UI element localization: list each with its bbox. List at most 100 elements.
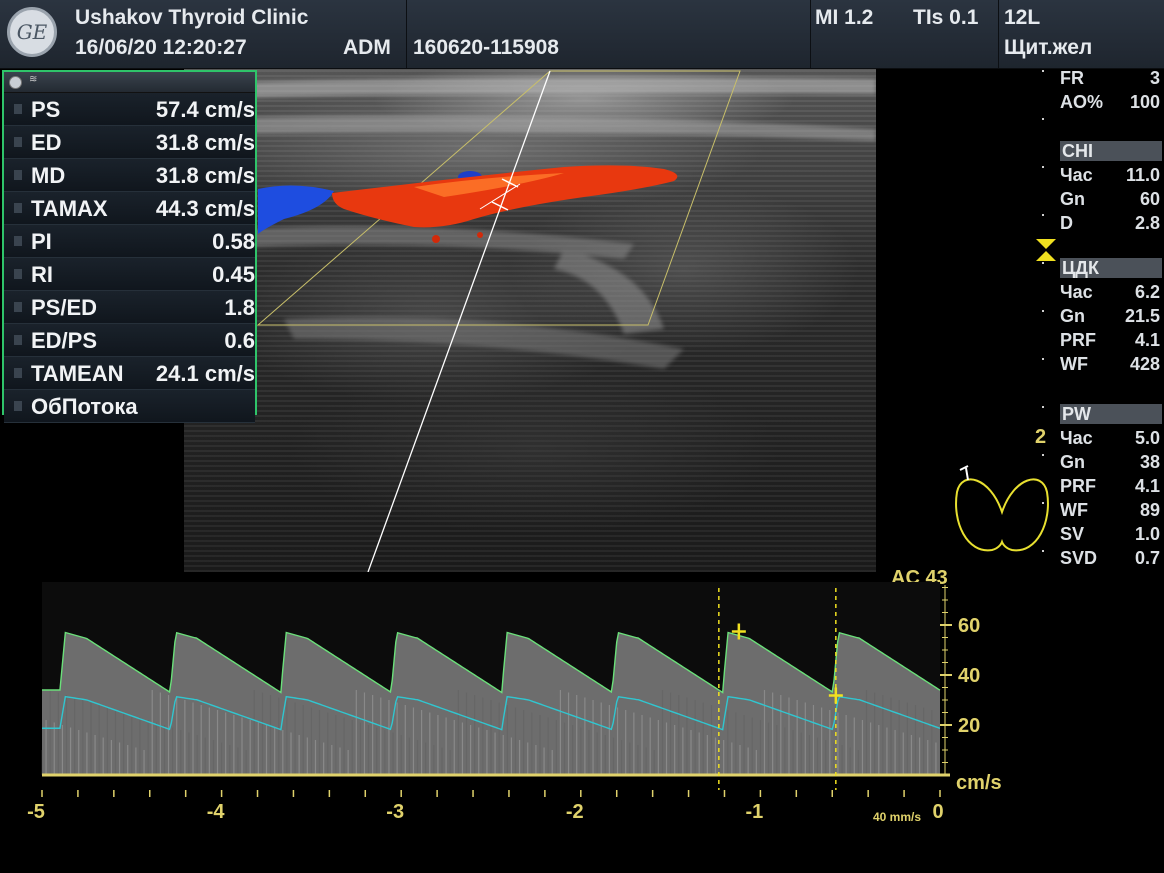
row-bullet-icon xyxy=(14,401,22,411)
parameter-row: SV 1.0 xyxy=(1060,524,1162,548)
parameter-value: 4.1 xyxy=(1134,476,1160,496)
row-bullet-icon xyxy=(14,170,22,180)
parameter-row: PRF 4.1 xyxy=(1060,330,1162,354)
measurement-value: 24.1 cm/s xyxy=(155,361,255,386)
measurement-label: MD xyxy=(31,163,66,188)
peak-envelope-trace xyxy=(42,631,941,694)
parameter-value: 100 xyxy=(1129,92,1160,112)
probe-name: 12L xyxy=(1004,6,1041,29)
measurement-label: ED/PS xyxy=(31,328,98,353)
measurement-value: 1.8 xyxy=(224,295,255,320)
parameter-key: Gn xyxy=(1060,452,1085,472)
measurement-value: 0.58 xyxy=(212,229,255,254)
time-tick-label: 0 xyxy=(932,801,943,823)
parameter-value: 2.8 xyxy=(1134,213,1160,233)
parameter-row: Час 6.2 xyxy=(1060,282,1162,306)
time-tick-label: -3 xyxy=(386,801,404,823)
parameter-row: AO% 100 xyxy=(1060,92,1162,116)
measurement-row[interactable]: PS/ED 1.8 xyxy=(4,291,255,324)
parameter-row: WF 428 xyxy=(1060,354,1162,378)
parameter-value: 89 xyxy=(1139,500,1160,520)
parameter-row: D 2.8 xyxy=(1060,213,1162,237)
measurement-panel: ≋ PS 57.4 cm/s ED 31.8 cm/s MD 31.8 cm/s TAMAX… xyxy=(2,70,257,423)
clinic-name: Ushakov Thyroid Clinic xyxy=(75,6,309,29)
header-bar: GE Ushakov Thyroid Clinic 16/06/20 12:20… xyxy=(0,0,1164,69)
exam-datetime: 16/06/20 12:20:27 xyxy=(75,36,247,59)
parameter-row: SVD 0.7 xyxy=(1060,548,1162,572)
preset-name: Щит.жел xyxy=(1004,36,1093,59)
parameter-value: 60 xyxy=(1139,189,1160,209)
spectrum-fill xyxy=(42,632,940,775)
parameter-key: SV xyxy=(1060,524,1085,544)
section-pw-title[interactable]: PW xyxy=(1060,404,1162,424)
doppler-mode-icon: ≋ xyxy=(29,74,38,85)
ge-logo-icon: GE xyxy=(7,7,57,57)
row-bullet-icon xyxy=(14,269,22,279)
measurement-row[interactable]: PI 0.58 xyxy=(4,225,255,258)
velocity-tick-label: 60 xyxy=(958,615,980,637)
parameter-key: PRF xyxy=(1060,476,1096,496)
measurement-row[interactable]: RI 0.45 xyxy=(4,258,255,291)
parameter-row: PRF 4.1 xyxy=(1060,476,1162,500)
parameter-key: SVD xyxy=(1060,548,1098,568)
spectrum-background xyxy=(42,582,940,775)
parameter-value: 21.5 xyxy=(1124,306,1160,326)
section-cdk-title[interactable]: ЦДК xyxy=(1060,258,1162,278)
measurement-row[interactable]: ОбПотока xyxy=(4,390,255,423)
row-bullet-icon xyxy=(14,137,22,147)
bmode-image[interactable] xyxy=(184,69,876,572)
parameter-value: 4.1 xyxy=(1134,330,1160,350)
parameter-key: WF xyxy=(1060,354,1088,374)
focus-marker-icon[interactable] xyxy=(1036,239,1056,261)
parameter-value: 38 xyxy=(1139,452,1160,472)
row-bullet-icon xyxy=(14,368,22,378)
thermal-index: TIs 0.1 xyxy=(913,6,979,29)
parameter-value: 0.7 xyxy=(1134,548,1160,568)
parameter-value: 3 xyxy=(1149,68,1160,88)
parameter-row: Gn 21.5 xyxy=(1060,306,1162,330)
row-bullet-icon xyxy=(14,302,22,312)
row-bullet-icon xyxy=(14,335,22,345)
depth-marker: 2 xyxy=(1035,426,1047,448)
measurement-label: TAMAX xyxy=(31,196,108,221)
mean-velocity-trace xyxy=(42,695,941,731)
parameter-value: 428 xyxy=(1129,354,1160,374)
section-chi-title[interactable]: CHI xyxy=(1060,141,1162,161)
time-tick-label: -4 xyxy=(207,801,226,823)
parameter-row: Час 11.0 xyxy=(1060,165,1162,189)
measurement-label: TAMEAN xyxy=(31,361,124,386)
time-tick-label: -1 xyxy=(746,801,764,823)
measurement-value: 0.45 xyxy=(212,262,255,287)
parameter-row: WF 89 xyxy=(1060,500,1162,524)
measurement-row[interactable]: TAMAX 44.3 cm/s xyxy=(4,192,255,225)
thyroid-body-marker-icon[interactable] xyxy=(952,462,1052,557)
panel-pin-icon[interactable] xyxy=(9,76,22,89)
measurement-row[interactable]: MD 31.8 cm/s xyxy=(4,159,255,192)
operator-id: ADM xyxy=(343,36,391,59)
parameter-key: Час xyxy=(1060,428,1093,448)
measurement-row[interactable]: TAMEAN 24.1 cm/s xyxy=(4,357,255,390)
measurement-label: PI xyxy=(31,229,52,254)
measurement-label: ED xyxy=(31,130,62,155)
velocity-tick-label: 40 xyxy=(958,665,980,687)
parameter-key: AO% xyxy=(1060,92,1104,112)
parameter-value: 1.0 xyxy=(1134,524,1160,544)
measurement-row[interactable]: ED/PS 0.6 xyxy=(4,324,255,357)
measurement-value: 44.3 cm/s xyxy=(155,196,255,221)
measurement-label: PS/ED xyxy=(31,295,98,320)
measurement-panel-header[interactable]: ≋ xyxy=(4,72,255,93)
parameter-key: PRF xyxy=(1060,330,1096,350)
parameter-row: Gn 38 xyxy=(1060,452,1162,476)
parameter-key: Gn xyxy=(1060,189,1085,209)
parameter-key: Час xyxy=(1060,282,1093,302)
time-tick-label: -5 xyxy=(27,801,45,823)
mechanical-index: MI 1.2 xyxy=(815,6,874,29)
measurement-row[interactable]: ED 31.8 cm/s xyxy=(4,126,255,159)
parameter-key: Час xyxy=(1060,165,1093,185)
row-bullet-icon xyxy=(14,236,22,246)
measurement-list: PS 57.4 cm/s ED 31.8 cm/s MD 31.8 cm/s TAMAX 44… xyxy=(4,93,255,423)
measurement-row[interactable]: PS 57.4 cm/s xyxy=(4,93,255,126)
measurement-value: 57.4 cm/s xyxy=(155,97,255,122)
bmode-overlay xyxy=(184,70,876,572)
parameter-key: FR xyxy=(1060,68,1084,88)
